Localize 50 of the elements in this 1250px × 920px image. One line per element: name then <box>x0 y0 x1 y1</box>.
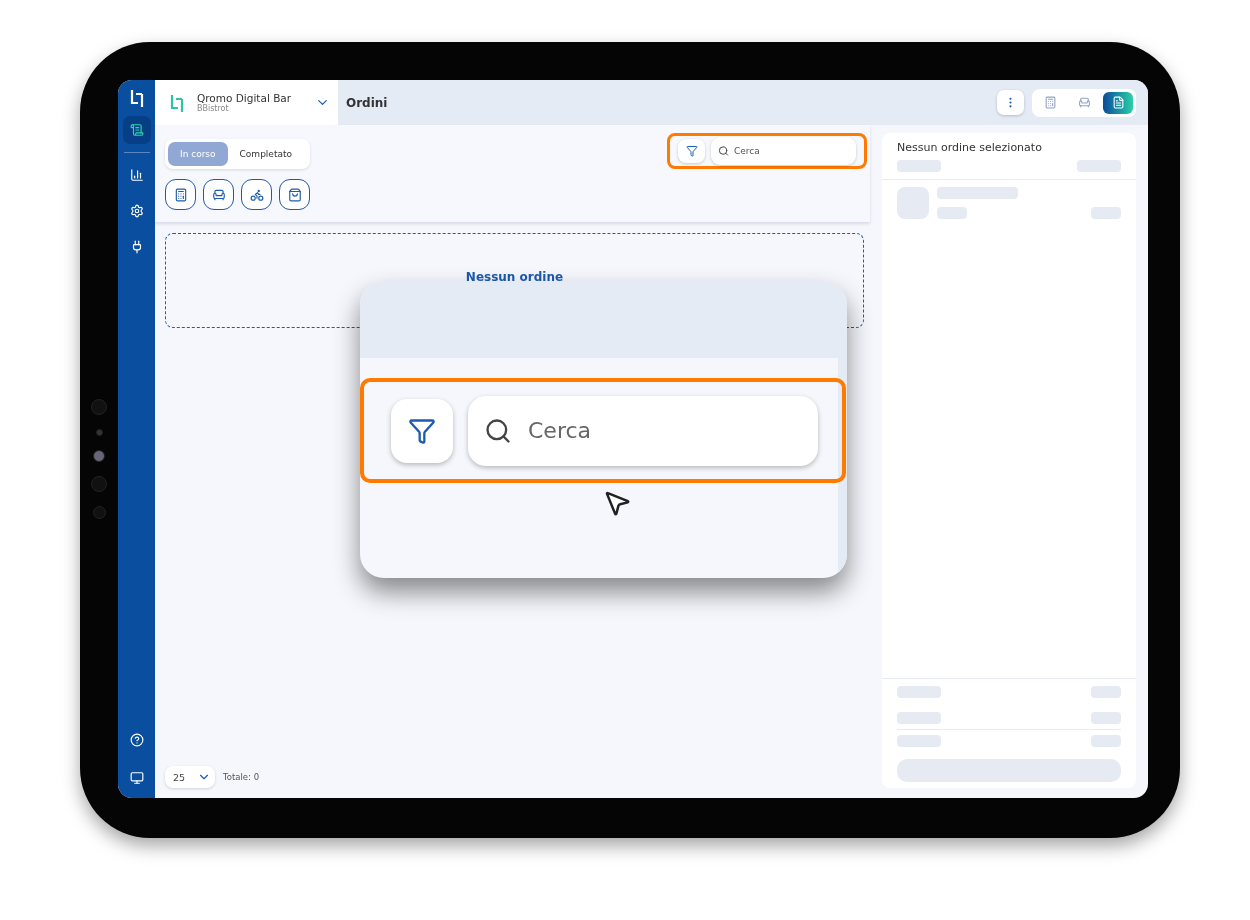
search-icon <box>484 416 512 445</box>
scooter-icon <box>249 187 264 202</box>
store-subtitle: BBistrot <box>197 104 229 113</box>
receipt-icon <box>129 123 144 137</box>
filter-icon <box>685 145 698 157</box>
armchair-icon <box>211 187 226 202</box>
sidebar-item[interactable] <box>122 116 151 144</box>
store-select[interactable]: Qromo Digital Bar BBistrot <box>155 80 338 125</box>
page-size-select[interactable]: 25 <box>165 766 215 788</box>
skeleton-bar <box>1091 207 1121 219</box>
logo-icon <box>128 88 145 108</box>
skeleton-bar <box>1091 686 1121 698</box>
calculator-icon <box>1043 96 1057 109</box>
camera-lens <box>93 450 105 462</box>
calculator-icon <box>173 187 188 202</box>
shopping-bag-icon <box>287 187 302 202</box>
order-type-button[interactable] <box>203 179 234 210</box>
logo-icon <box>169 92 185 113</box>
skeleton-bar <box>1091 712 1121 724</box>
view-option[interactable] <box>1103 91 1133 114</box>
empty-message: Nessun ordine <box>465 270 564 286</box>
filter-button[interactable] <box>678 139 705 163</box>
total-count: Totale: 0 <box>223 772 260 782</box>
skeleton-bar <box>937 207 967 219</box>
bar-chart-icon <box>129 168 144 182</box>
skeleton-bar <box>897 735 941 747</box>
detail-title: Nessun ordine selezionato <box>896 140 1043 156</box>
skeleton-bar <box>897 160 941 172</box>
order-type-button[interactable] <box>279 179 310 210</box>
armchair-icon <box>1077 96 1091 109</box>
document-icon <box>1111 96 1125 109</box>
order-type-button[interactable] <box>241 179 272 210</box>
settings-icon <box>129 204 144 218</box>
store-name: Qromo Digital Bar <box>197 92 293 104</box>
search-field[interactable]: Cerca <box>468 395 818 466</box>
status-tab[interactable]: Completato <box>227 142 304 166</box>
monitor-icon <box>129 771 144 785</box>
search-field[interactable]: Cerca <box>711 137 856 165</box>
skeleton-bar <box>897 187 929 219</box>
skeleton-bar <box>897 686 941 698</box>
search-icon <box>718 145 729 157</box>
filter-button[interactable] <box>391 398 453 463</box>
filter-icon <box>408 416 436 445</box>
skeleton-bar <box>1091 735 1121 747</box>
order-type-button[interactable] <box>165 179 196 210</box>
skeleton-bar <box>1077 160 1121 172</box>
sensor-dot <box>95 429 103 436</box>
page-title: Ordini <box>345 94 389 112</box>
help-icon <box>129 733 144 747</box>
skeleton-bar <box>897 712 941 724</box>
